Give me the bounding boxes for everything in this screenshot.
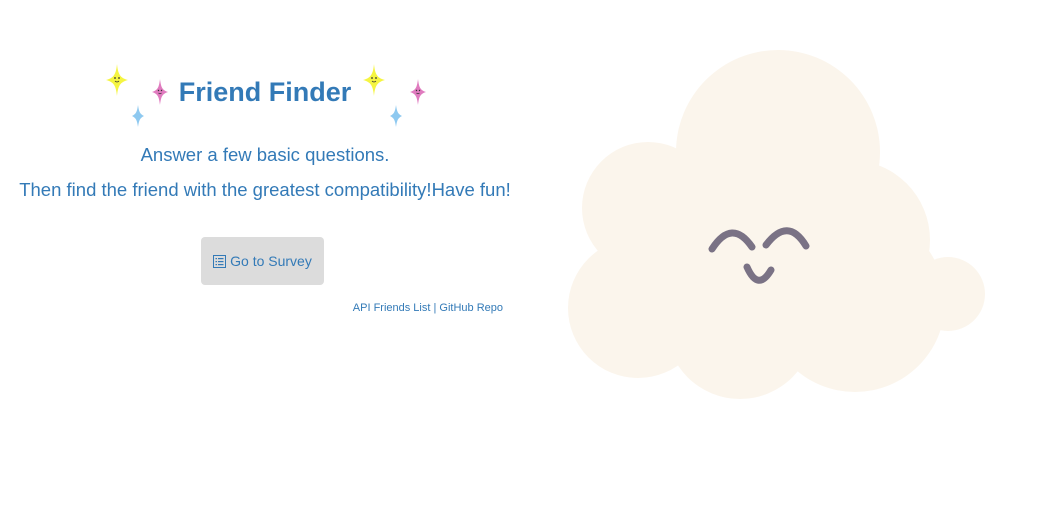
cloud-mascot-illustration xyxy=(568,50,985,399)
go-to-survey-button[interactable]: Go to Survey xyxy=(201,237,324,285)
cloud-body xyxy=(568,50,985,399)
tagline-line-1: Answer a few basic questions. xyxy=(140,144,390,165)
page: Friend Finder Answer a few basic questio… xyxy=(0,0,1051,505)
go-to-survey-label: Go to Survey xyxy=(230,253,312,269)
github-repo-link[interactable]: GitHub Repo xyxy=(439,302,503,314)
page-title: Friend Finder xyxy=(178,77,352,107)
api-friends-list-link[interactable]: API Friends List xyxy=(353,302,431,314)
hero-panel: Friend Finder Answer a few basic questio… xyxy=(0,0,530,505)
list-alt-icon xyxy=(213,254,227,268)
footer-links: API Friends List | GitHub Repo xyxy=(353,301,503,315)
footer-separator: | xyxy=(433,302,437,314)
tagline-line-2: Then find the friend with the greatest c… xyxy=(19,179,511,200)
